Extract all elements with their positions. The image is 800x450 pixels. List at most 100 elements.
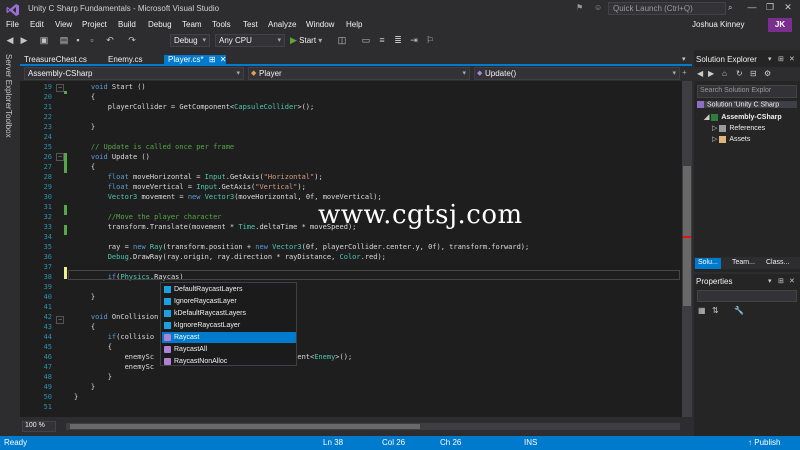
code-line[interactable]: { [74, 163, 95, 171]
menu-analyze[interactable]: Analyze [268, 20, 296, 29]
start-button[interactable]: ▶ Start ▾ [290, 35, 322, 46]
pin-icon[interactable]: ⊞ [778, 277, 784, 285]
code-line[interactable]: } [74, 293, 95, 301]
completion-item[interactable]: kDefaultRaycastLayers [162, 308, 296, 319]
menu-tools[interactable]: Tools [212, 20, 231, 29]
maximize-icon[interactable]: ❐ [764, 2, 776, 13]
menu-test[interactable]: Test [243, 20, 258, 29]
open-file-icon[interactable]: ▤ [58, 35, 70, 46]
pane-options-icon[interactable]: ▾ [768, 55, 772, 63]
code-line[interactable]: } [74, 373, 112, 381]
forward-icon[interactable]: ▶ [18, 35, 30, 46]
minimize-icon[interactable]: — [746, 2, 758, 12]
menu-window[interactable]: Window [306, 20, 334, 29]
properties-icon[interactable]: ⚙ [764, 69, 771, 78]
split-window-icon[interactable]: + [682, 68, 687, 77]
toolbox-tab[interactable]: Toolbox [4, 110, 13, 138]
tab-team-explorer[interactable]: Team... [729, 258, 758, 269]
completion-item[interactable]: Raycast [162, 332, 296, 343]
code-line[interactable]: void Update () [74, 153, 150, 161]
redo-icon[interactable]: ↷ [126, 35, 138, 46]
code-line[interactable]: void OnCollision [74, 313, 158, 321]
forward-icon[interactable]: ▶ [708, 69, 714, 78]
code-line[interactable]: float moveVertical = Input.GetAxis("Vert… [74, 183, 306, 191]
tree-item-references[interactable]: ▷ References [712, 124, 765, 132]
configuration-select[interactable]: Debug ▾ [170, 34, 210, 47]
comment-icon[interactable]: ≡ [376, 35, 388, 45]
save-icon[interactable]: ▪ [72, 35, 84, 45]
code-line[interactable]: playerCollider = GetComponent<CapsuleCol… [74, 103, 315, 111]
code-line[interactable]: transform.Translate(movement * Time.delt… [74, 223, 357, 231]
code-line[interactable]: { [74, 93, 95, 101]
pin-icon[interactable]: ⊞ [778, 55, 784, 63]
save-all-icon[interactable]: ▫ [86, 35, 98, 45]
type-dropdown[interactable]: ◆ Player ▾ [248, 67, 470, 80]
code-line[interactable]: void Start () [74, 83, 146, 91]
back-icon[interactable]: ◀ [697, 69, 703, 78]
code-line[interactable]: } [74, 123, 95, 131]
horizontal-scrollbar-thumb[interactable] [70, 424, 420, 429]
browser-link-icon[interactable]: ◫ [336, 35, 348, 46]
menu-team[interactable]: Team [182, 20, 202, 29]
publish-button[interactable]: ↑ Publish [748, 438, 780, 447]
tree-item-assets[interactable]: ▷ Assets [712, 135, 750, 143]
tab-enemy[interactable]: Enemy.cs [104, 55, 147, 66]
code-line[interactable]: } [74, 383, 95, 391]
properties-object-select[interactable] [697, 290, 797, 302]
tab-player[interactable]: Player.cs* ⊞ ✕ [164, 55, 226, 66]
collapse-region-icon[interactable]: − [56, 84, 64, 92]
pin-icon[interactable]: ⊞ [209, 55, 216, 64]
code-line[interactable]: Debug.DrawRay(ray.origin, ray.direction … [74, 253, 386, 261]
platform-select[interactable]: Any CPU ▾ [215, 34, 285, 47]
tab-overflow-icon[interactable]: ▾ [682, 55, 686, 63]
menu-edit[interactable]: Edit [30, 20, 44, 29]
close-tab-icon[interactable]: ✕ [220, 55, 227, 64]
code-line[interactable]: enemySc [74, 363, 155, 371]
avatar[interactable]: JK [768, 18, 792, 32]
notification-flag-icon[interactable]: ⚑ [576, 3, 586, 13]
code-line[interactable]: { [74, 323, 95, 331]
new-project-icon[interactable]: ▣ [38, 35, 50, 46]
tab-treasurechest[interactable]: TreasureChest.cs [20, 55, 91, 66]
tab-class-view[interactable]: Class... [763, 258, 792, 269]
alphabetical-icon[interactable]: ⇅ [712, 306, 719, 315]
close-icon[interactable]: ✕ [789, 55, 795, 63]
code-line[interactable]: //Move the player character [74, 213, 222, 221]
tab-solution-explorer[interactable]: Solu... [695, 258, 721, 269]
bookmark-icon[interactable]: ⚐ [424, 35, 436, 46]
code-line[interactable]: // Update is called once per frame [74, 143, 234, 151]
indent-icon[interactable]: ⇥ [408, 35, 420, 46]
tree-item-solution[interactable]: Solution 'Unity C Sharp [697, 101, 797, 109]
home-icon[interactable]: ⌂ [722, 69, 727, 78]
close-icon[interactable]: ✕ [789, 277, 795, 285]
completion-item[interactable]: IgnoreRaycastLayer [162, 296, 296, 307]
code-line[interactable]: { [74, 343, 112, 351]
collapse-region-icon[interactable]: − [56, 316, 64, 324]
undo-icon[interactable]: ↶ [104, 35, 116, 46]
zoom-level-select[interactable]: 100 % [22, 421, 56, 432]
categorized-icon[interactable]: ▦ [698, 306, 706, 315]
menu-debug[interactable]: Debug [148, 20, 172, 29]
completion-item[interactable]: DefaultRaycastLayers [162, 284, 296, 295]
code-line[interactable]: ray = new Ray(transform.position + new V… [74, 243, 530, 251]
completion-item[interactable]: RaycastNonAlloc [162, 356, 296, 367]
menu-file[interactable]: File [6, 20, 19, 29]
uncomment-icon[interactable]: ≣ [392, 35, 404, 46]
collapse-all-icon[interactable]: ⊟ [750, 69, 757, 78]
close-icon[interactable]: ✕ [782, 2, 794, 13]
completion-item[interactable]: RaycastAll [162, 344, 296, 355]
tree-item-project[interactable]: ◢ Assembly-CSharp [704, 113, 782, 121]
collapse-region-icon[interactable]: − [56, 153, 64, 161]
back-icon[interactable]: ◀ [4, 35, 16, 46]
refresh-icon[interactable]: ↻ [736, 69, 743, 78]
project-dropdown[interactable]: Assembly-CSharp ▾ [24, 67, 244, 80]
solution-search-input[interactable]: Search Solution Explor [697, 85, 797, 98]
code-line[interactable]: if(collisio [74, 333, 154, 341]
completion-item[interactable]: kIgnoreRaycastLayer [162, 320, 296, 331]
server-explorer-tab[interactable]: Server Explorer [4, 54, 13, 110]
member-dropdown[interactable]: ◆ Update() ▾ [474, 67, 680, 80]
property-pages-icon[interactable]: 🔧 [734, 306, 744, 315]
pane-options-icon[interactable]: ▾ [768, 277, 772, 285]
user-name[interactable]: Joshua Kinney [692, 20, 744, 29]
code-line[interactable]: } [74, 393, 78, 401]
